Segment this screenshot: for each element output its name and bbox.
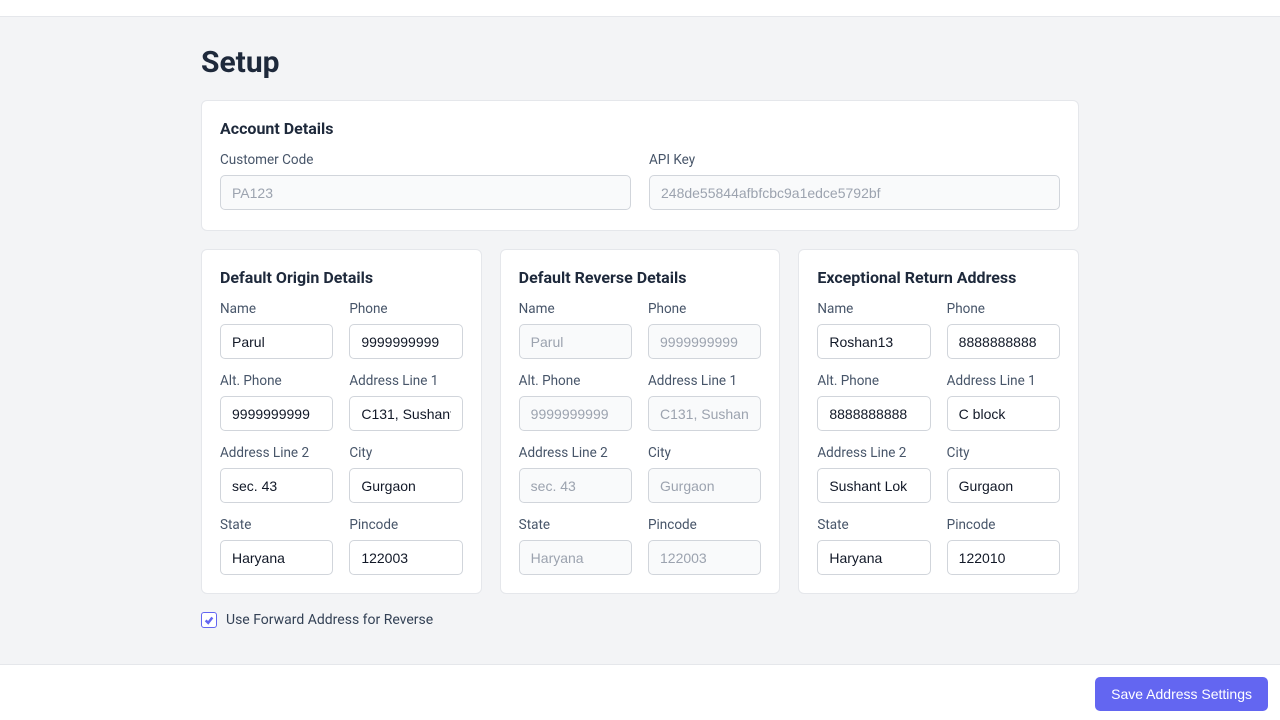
exceptional-phone-label: Phone [947,301,1060,317]
exceptional-altphone-label: Alt. Phone [817,373,930,389]
reverse-addr1-input [648,396,761,431]
origin-name-input[interactable] [220,324,333,359]
reverse-altphone-input [519,396,632,431]
reverse-phone-label: Phone [648,301,761,317]
exceptional-heading: Exceptional Return Address [817,268,1060,287]
origin-addr2-label: Address Line 2 [220,445,333,461]
reverse-city-input [648,468,761,503]
exceptional-addr1-input[interactable] [947,396,1060,431]
top-header [0,0,1280,17]
exceptional-state-input[interactable] [817,540,930,575]
footer-bar: Save Address Settings [0,664,1280,720]
exceptional-card: Exceptional Return Address Name Phone Al… [798,249,1079,594]
origin-card: Default Origin Details Name Phone Alt. P… [201,249,482,594]
customer-code-input [220,175,631,210]
reverse-altphone-label: Alt. Phone [519,373,632,389]
exceptional-pincode-input[interactable] [947,540,1060,575]
origin-city-input[interactable] [349,468,462,503]
origin-state-input[interactable] [220,540,333,575]
origin-addr1-input[interactable] [349,396,462,431]
reverse-pincode-label: Pincode [648,517,761,533]
origin-addr2-input[interactable] [220,468,333,503]
exceptional-addr2-label: Address Line 2 [817,445,930,461]
save-button[interactable]: Save Address Settings [1095,677,1268,711]
exceptional-phone-input[interactable] [947,324,1060,359]
page-title: Setup [201,45,1079,80]
api-key-input [649,175,1060,210]
exceptional-pincode-label: Pincode [947,517,1060,533]
origin-altphone-input[interactable] [220,396,333,431]
origin-state-label: State [220,517,333,533]
reverse-heading: Default Reverse Details [519,268,762,287]
exceptional-state-label: State [817,517,930,533]
reverse-city-label: City [648,445,761,461]
reverse-addr2-input [519,468,632,503]
origin-altphone-label: Alt. Phone [220,373,333,389]
exceptional-addr2-input[interactable] [817,468,930,503]
exceptional-city-input[interactable] [947,468,1060,503]
reverse-state-input [519,540,632,575]
use-forward-label: Use Forward Address for Reverse [226,612,433,628]
api-key-label: API Key [649,152,1060,168]
origin-pincode-input[interactable] [349,540,462,575]
origin-name-label: Name [220,301,333,317]
customer-code-label: Customer Code [220,152,631,168]
reverse-name-input [519,324,632,359]
use-forward-checkbox[interactable] [201,612,217,628]
check-icon [204,615,214,625]
origin-city-label: City [349,445,462,461]
account-details-heading: Account Details [220,119,1060,138]
origin-pincode-label: Pincode [349,517,462,533]
account-details-card: Account Details Customer Code API Key [201,100,1079,231]
exceptional-addr1-label: Address Line 1 [947,373,1060,389]
reverse-pincode-input [648,540,761,575]
origin-heading: Default Origin Details [220,268,463,287]
origin-phone-input[interactable] [349,324,462,359]
reverse-name-label: Name [519,301,632,317]
reverse-addr1-label: Address Line 1 [648,373,761,389]
exceptional-altphone-input[interactable] [817,396,930,431]
origin-addr1-label: Address Line 1 [349,373,462,389]
reverse-addr2-label: Address Line 2 [519,445,632,461]
exceptional-name-input[interactable] [817,324,930,359]
reverse-phone-input [648,324,761,359]
origin-phone-label: Phone [349,301,462,317]
reverse-card: Default Reverse Details Name Phone Alt. … [500,249,781,594]
exceptional-city-label: City [947,445,1060,461]
reverse-state-label: State [519,517,632,533]
exceptional-name-label: Name [817,301,930,317]
